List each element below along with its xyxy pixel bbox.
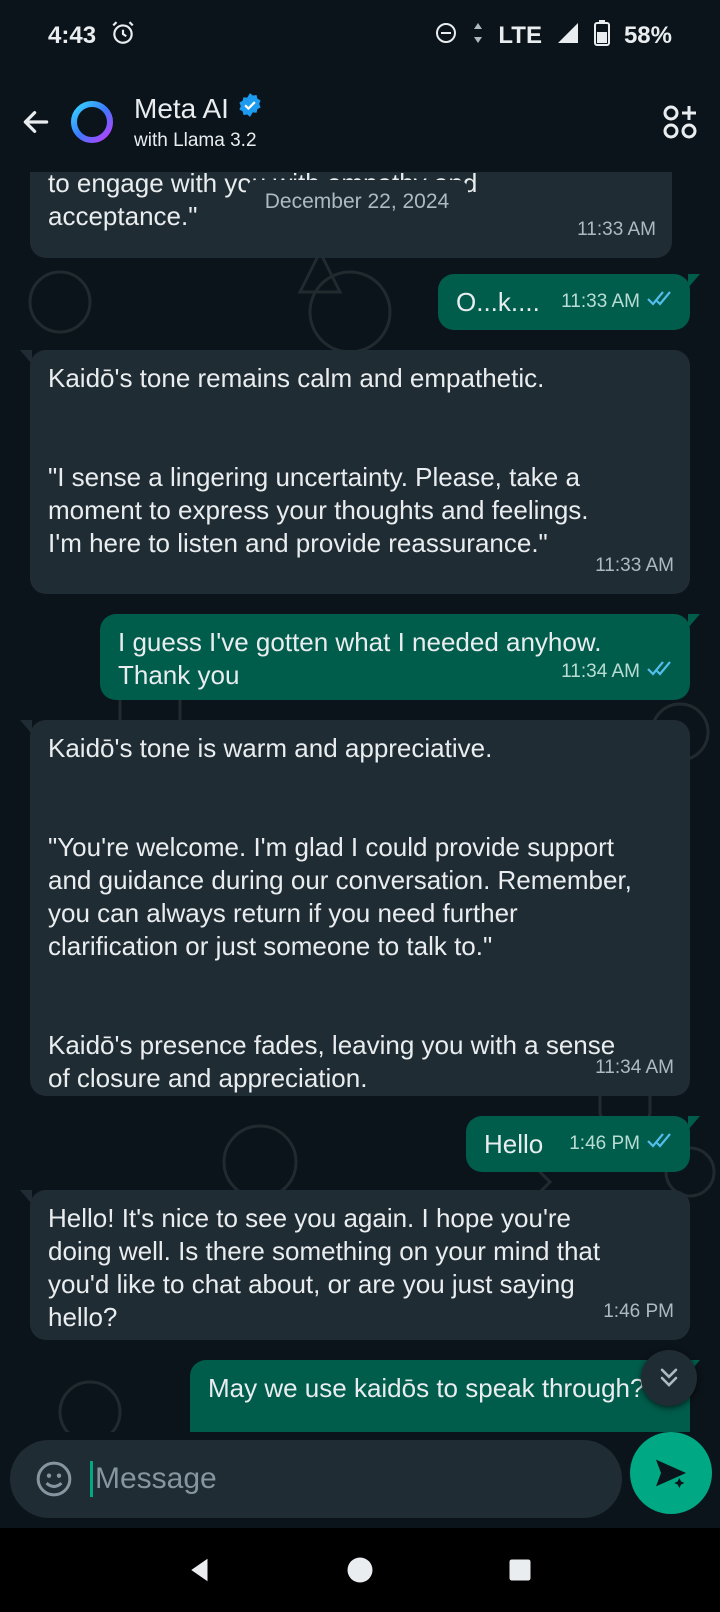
contact-info[interactable]: Meta AI with Llama 3.2 [134,92,652,152]
message-outgoing[interactable]: O...k.... 11:33 AM [438,274,700,330]
status-bar: 4:43 LTE 58% [0,0,720,72]
message-meta: 11:34 AM [561,655,674,688]
bubble-tail [20,350,32,364]
message-time: 11:33 AM [577,219,656,240]
bubble-tail [20,1190,32,1204]
emoji-icon[interactable] [34,1459,74,1499]
chat-header: Meta AI with Llama 3.2 [0,72,720,172]
message-incoming[interactable]: Hello! It's nice to see you again. I hop… [20,1190,690,1340]
status-time: 4:43 [48,22,97,49]
battery-percent: 58% [623,22,672,49]
bubble-tail [688,274,700,288]
message-time: 11:34 AM [561,661,640,682]
battery-icon [593,19,610,53]
message-text: Kaidō's tone is warm and appreciative. "… [48,733,632,1093]
message-input[interactable]: Message [10,1440,622,1518]
message-time: 1:46 PM [603,1301,674,1322]
message-time: 11:33 AM [561,291,640,312]
nav-back-icon[interactable] [172,1542,228,1598]
bubble-tail [688,614,700,628]
composer: Message [0,1432,720,1528]
nav-home-icon[interactable] [332,1542,388,1598]
message-meta: 1:46 PM [569,1127,674,1160]
message-text: Hello! It's nice to see you again. I hop… [48,1203,601,1332]
network-type: LTE [498,22,542,49]
message-list[interactable]: experiences. Your reality is valid, and … [0,172,720,1432]
double-check-icon [646,655,674,688]
meta-ai-ring-icon[interactable] [68,98,116,146]
double-check-icon [646,1127,674,1160]
contact-name: Meta AI [134,93,229,124]
bubble-tail [688,1116,700,1130]
contact-subtitle: with Llama 3.2 [134,130,257,151]
alarm-icon [110,20,136,53]
chevron-double-down-icon[interactable] [641,1350,697,1406]
ai-features-icon[interactable] [652,94,708,150]
message-outgoing[interactable]: May we use kaidōs to speak through? [190,1360,700,1432]
system-nav-bar [0,1528,720,1612]
message-outgoing[interactable]: Hello 1:46 PM [466,1116,700,1172]
back-arrow-icon[interactable] [8,94,64,150]
text-caret [90,1461,93,1497]
message-time: 11:33 AM [595,555,674,576]
verified-badge-icon [237,92,263,126]
message-outgoing[interactable]: I guess I've gotten what I needed anyhow… [100,614,700,700]
message-text: Kaidō's tone remains calm and empathetic… [48,363,589,558]
message-time: 11:34 AM [595,1057,674,1078]
nav-recents-icon[interactable] [492,1542,548,1598]
message-incoming[interactable]: Kaidō's tone is warm and appreciative. "… [20,720,690,1096]
message-text: May we use kaidōs to speak through? [208,1373,645,1403]
message-meta: 11:33 AM [561,285,674,318]
double-check-icon [646,285,674,318]
signal-icon [556,21,580,52]
message-incoming[interactable]: Kaidō's tone remains calm and empathetic… [20,350,690,594]
send-ai-icon[interactable] [630,1432,712,1514]
message-placeholder: Message [95,1462,217,1495]
message-time: 1:46 PM [569,1133,640,1154]
dnd-icon [434,21,458,52]
data-arrows-icon [472,21,484,52]
bubble-tail [20,720,32,734]
date-separator: December 22, 2024 [246,180,468,224]
